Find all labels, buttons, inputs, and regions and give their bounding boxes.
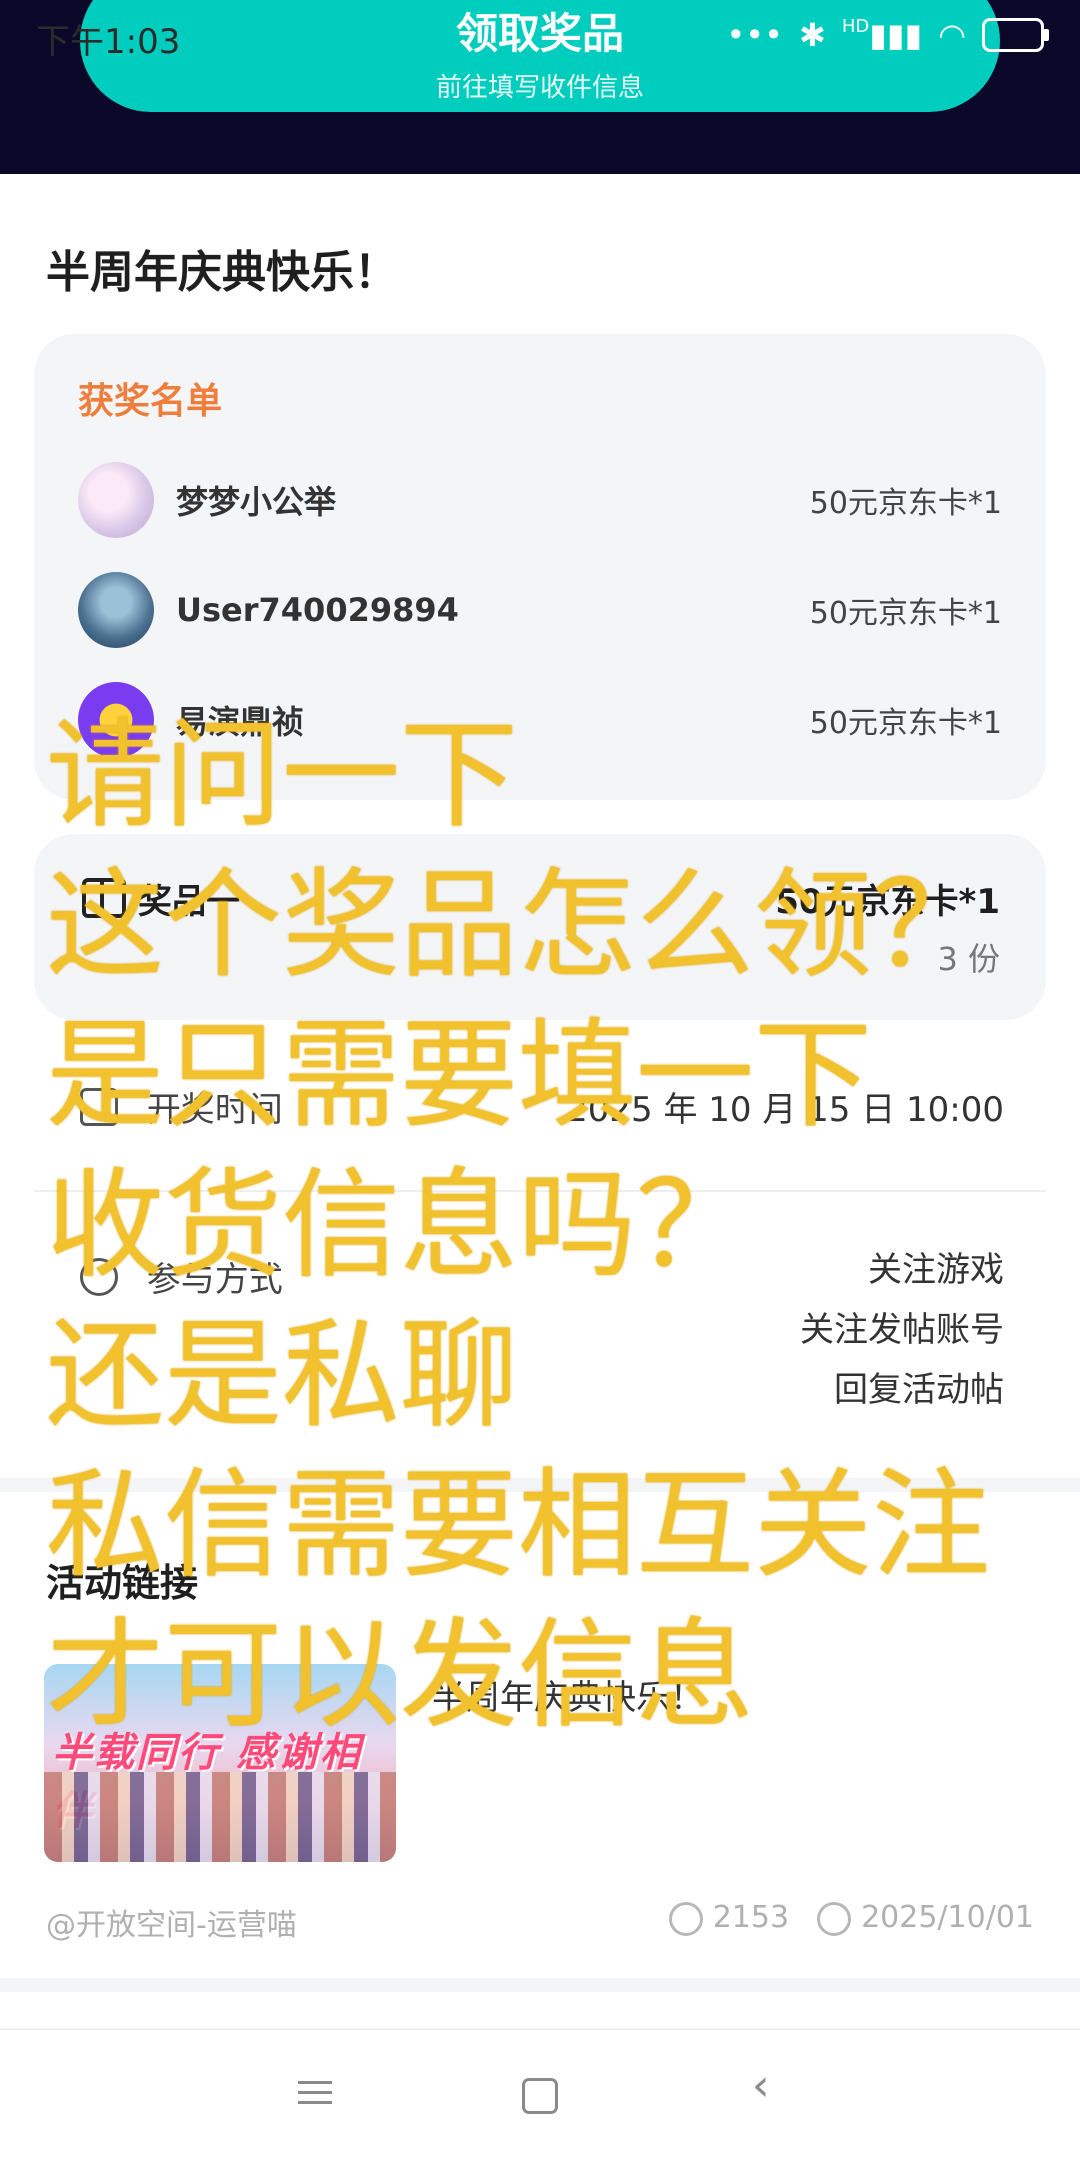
calendar-icon [80,1087,118,1126]
post-meta: 2153 2025/10/01 [668,1900,1034,1936]
claim-button-subtitle: 前往填写收件信息 [435,73,644,103]
prize-value: 50元京东卡*1 [775,882,1000,922]
draw-time-value: 2025 年 10 月 15 日 10:00 [566,1090,1004,1130]
section-divider [0,1978,1080,1992]
draw-time-label: 开奖时间 [146,1090,283,1130]
avatar[interactable] [78,682,154,758]
prize-label: 奖品一 [138,882,240,922]
winner-prize: 50元京东卡*1 [809,486,1002,521]
activity-link-title: 活动链接 [46,1561,199,1605]
gift-icon [82,878,126,918]
battery-icon [982,18,1049,52]
date-value: 2025/10/01 [861,1900,1034,1935]
wifi-icon: ◠ [938,16,966,54]
draw-time-row: 开奖时间 2025 年 10 月 15 日 10:00 [80,1082,1004,1131]
chat-icon [80,1257,118,1296]
winners-label: 获奖名单 [78,381,223,422]
views: 2153 [668,1900,790,1936]
signal-icon: HD▮▮▮ [841,16,923,54]
more-dots-icon: ••• [726,16,784,54]
winner-name[interactable]: 梦梦小公举 [176,477,336,523]
bluetooth-icon: ✱ [799,16,826,54]
participation-item: 关注发帖账号 [800,1310,1004,1350]
winner-name[interactable]: 易演鼎祯 [176,697,304,743]
winner-prize: 50元京东卡*1 [809,596,1002,631]
winner-row[interactable]: User740029894 50元京东卡*1 [78,570,1002,650]
hd-label: HD [841,16,870,37]
home-icon[interactable] [522,2078,558,2114]
participation-item: 回复活动帖 [834,1370,1004,1410]
back-icon[interactable]: ‹ [752,2060,792,2111]
author-handle[interactable]: @开放空间-运营喵 [46,1900,297,1944]
activity-thumbnail[interactable]: 半载同行 感谢相伴 [44,1664,396,1862]
divider [34,1190,1046,1192]
system-nav-bar: ‹ [0,2028,1080,2162]
winner-prize: 50元京东卡*1 [809,706,1002,741]
winner-row[interactable]: 梦梦小公举 50元京东卡*1 [78,460,1002,540]
participation-label: 参与方式 [146,1260,283,1300]
participation-item: 关注游戏 [868,1250,1004,1290]
menu-icon[interactable] [298,2074,338,2114]
page-title: 半周年庆典快乐！ [46,247,398,298]
views-count: 2153 [712,1900,790,1935]
participation-values: 关注游戏 关注发帖账号 回复活动帖 [800,1240,1004,1420]
thumbnail-characters [44,1772,396,1862]
eye-icon [668,1901,703,1936]
avatar[interactable] [78,572,154,648]
clock-icon [817,1901,852,1936]
post-date: 2025/10/01 [817,1900,1034,1936]
winner-row[interactable]: 易演鼎祯 50元京东卡*1 [78,680,1002,760]
winner-name[interactable]: User740029894 [176,591,459,629]
status-time: 下午1:03 [36,22,181,62]
status-icons: ••• ✱ HD▮▮▮ ◠ [726,16,1049,54]
activity-link-text[interactable]: 半周年庆典快乐！ [432,1670,704,1719]
avatar[interactable] [78,462,154,538]
winners-card: 获奖名单 梦梦小公举 50元京东卡*1 User740029894 50元京东卡… [34,334,1046,800]
section-divider [0,1478,1080,1492]
prize-card: 奖品一 50元京东卡*1 3 份 [34,834,1046,1020]
prize-quantity: 3 份 [937,940,1000,978]
participation-row: 参与方式 关注游戏 关注发帖账号 回复活动帖 [80,1250,1004,1432]
